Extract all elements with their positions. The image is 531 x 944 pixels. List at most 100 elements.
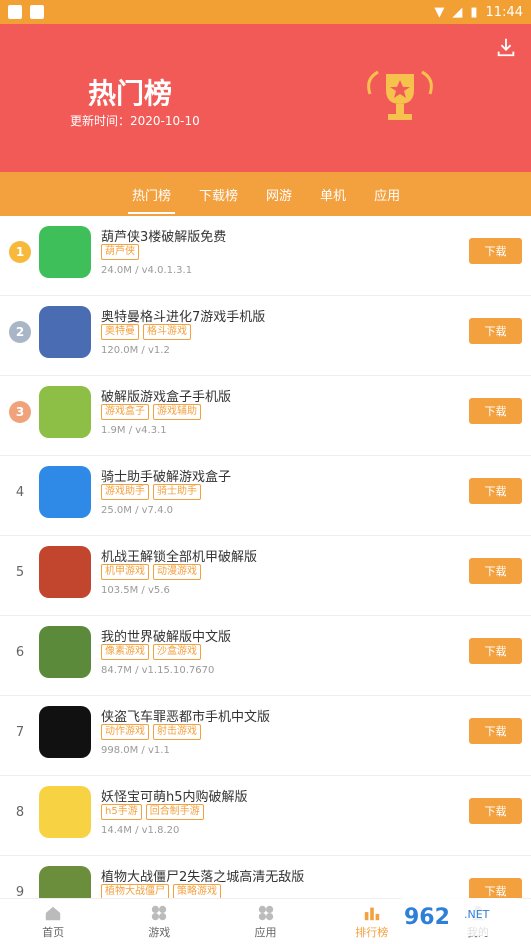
app-tag[interactable]: 机甲游戏 <box>101 564 149 580</box>
notification-icon <box>8 5 22 19</box>
status-left <box>8 5 44 19</box>
hero-banner: 热门榜 更新时间：2020-10-10 <box>0 24 531 172</box>
app-tag[interactable]: 葫芦侠 <box>101 244 139 260</box>
list-item[interactable]: 3 破解版游戏盒子手机版 游戏盒子 游戏辅助 1.9M / v4.3.1 下载 <box>0 376 531 456</box>
wifi-icon: ▼ <box>434 4 445 20</box>
watermark-logo: 962 .NET <box>396 898 524 936</box>
svg-text:.NET: .NET <box>464 908 490 921</box>
gta-icon <box>39 706 91 758</box>
app-meta: 24.0M / v4.0.1.3.1 <box>101 265 193 276</box>
app-tags: 像素游戏 沙盒游戏 <box>101 644 201 660</box>
gourd-icon <box>39 226 91 278</box>
svg-text:962: 962 <box>404 905 450 930</box>
nav-label: 排行榜 <box>355 925 389 939</box>
download-button[interactable]: 下载 <box>469 318 522 344</box>
rank-number: 4 <box>15 484 25 500</box>
ranking-list: 1 葫芦侠3楼破解版免费 葫芦侠 24.0M / v4.0.1.3.1 下载 2… <box>0 216 531 898</box>
nav-label: 游戏 <box>148 925 171 939</box>
list-item[interactable]: 2 奥特曼格斗进化7游戏手机版 奥特曼 格斗游戏 120.0M / v1.2 下… <box>0 296 531 376</box>
category-tabs: 热门榜 下载榜 网游 单机 应用 <box>0 172 531 216</box>
list-item[interactable]: 5 机战王解锁全部机甲破解版 机甲游戏 动漫游戏 103.5M / v5.6 下… <box>0 536 531 616</box>
nav-home[interactable]: 首页 <box>0 899 106 944</box>
ranking-icon <box>364 907 379 920</box>
app-title: 侠盗飞车罪恶都市手机中文版 <box>101 710 271 725</box>
app-meta: 14.4M / v1.8.20 <box>101 825 180 836</box>
app-tag[interactable]: 动漫游戏 <box>153 564 201 580</box>
app-tags: 植物大战僵尸 策略游戏 <box>101 884 221 898</box>
download-button[interactable]: 下载 <box>469 238 522 264</box>
rank-number: 9 <box>15 884 25 899</box>
app-tag[interactable]: 格斗游戏 <box>143 324 191 340</box>
rank-number: 5 <box>15 564 25 580</box>
app-meta: 998.0M / v1.1 <box>101 745 170 756</box>
app-tag[interactable]: 游戏辅助 <box>153 404 201 420</box>
app-tag[interactable]: 射击游戏 <box>153 724 201 740</box>
signal-icon: ◢ <box>452 4 463 20</box>
app-title: 破解版游戏盒子手机版 <box>101 390 232 405</box>
rank-number: 7 <box>15 724 25 740</box>
list-item[interactable]: 8 妖怪宝可萌h5内购破解版 h5手游 回合制手游 14.4M / v1.8.2… <box>0 776 531 856</box>
download-button[interactable]: 下载 <box>469 878 522 898</box>
list-item[interactable]: 6 我的世界破解版中文版 像素游戏 沙盒游戏 84.7M / v1.15.10.… <box>0 616 531 696</box>
tab-downloads[interactable]: 下载榜 <box>185 172 252 216</box>
download-button[interactable]: 下载 <box>469 638 522 664</box>
app-tags: 动作游戏 射击游戏 <box>101 724 201 740</box>
download-button[interactable]: 下载 <box>469 798 522 824</box>
pikachu-icon <box>39 786 91 838</box>
download-button[interactable]: 下载 <box>469 718 522 744</box>
app-tag[interactable]: 沙盒游戏 <box>153 644 201 660</box>
download-button[interactable]: 下载 <box>469 398 522 424</box>
download-button[interactable]: 下载 <box>469 558 522 584</box>
app-title: 机战王解锁全部机甲破解版 <box>101 550 258 565</box>
tab-apps[interactable]: 应用 <box>360 172 414 216</box>
app-tag[interactable]: 像素游戏 <box>101 644 149 660</box>
apps-icon <box>258 905 273 920</box>
notification-icon <box>30 5 44 19</box>
download-button[interactable]: 下载 <box>469 478 522 504</box>
app-tag[interactable]: 游戏助手 <box>101 484 149 500</box>
nav-games[interactable]: 游戏 <box>106 899 212 944</box>
app-tag[interactable]: 策略游戏 <box>173 884 221 898</box>
status-time: 11:44 <box>485 4 523 20</box>
app-meta: 84.7M / v1.15.10.7670 <box>101 665 215 676</box>
rank-medal: 3 <box>8 400 32 424</box>
list-item[interactable]: 4 骑士助手破解游戏盒子 游戏助手 骑士助手 25.0M / v7.4.0 下载 <box>0 456 531 536</box>
status-right: ▼ ◢ ▮ 11:44 <box>434 5 523 20</box>
app-tag[interactable]: 骑士助手 <box>153 484 201 500</box>
tab-single-player[interactable]: 单机 <box>306 172 360 216</box>
tab-hot[interactable]: 热门榜 <box>118 172 185 216</box>
rank-number: 8 <box>15 804 25 820</box>
app-tag[interactable]: 植物大战僵尸 <box>101 884 169 898</box>
nav-label: 应用 <box>254 925 277 939</box>
nav-apps[interactable]: 应用 <box>212 899 318 944</box>
app-title: 骑士助手破解游戏盒子 <box>101 470 232 485</box>
app-title: 奥特曼格斗进化7游戏手机版 <box>101 310 266 325</box>
rank-number: 6 <box>15 644 25 660</box>
app-tag[interactable]: 奥特曼 <box>101 324 139 340</box>
trophy-icon <box>367 70 433 120</box>
app-tags: 葫芦侠 <box>101 244 139 260</box>
game-box-icon <box>39 386 91 438</box>
app-tag[interactable]: 回合制手游 <box>145 804 204 820</box>
app-meta: 25.0M / v7.4.0 <box>101 505 173 516</box>
download-icon[interactable] <box>495 36 517 58</box>
knight-icon <box>39 466 91 518</box>
rank-medal: 2 <box>8 320 32 344</box>
tab-online-games[interactable]: 网游 <box>252 172 306 216</box>
app-title: 我的世界破解版中文版 <box>101 630 232 645</box>
app-tag[interactable]: h5手游 <box>101 804 142 820</box>
list-item[interactable]: 9 植物大战僵尸2失落之城高清无敌版 植物大战僵尸 策略游戏 下载 <box>0 856 531 898</box>
mecha-icon <box>39 546 91 598</box>
app-tag[interactable]: 动作游戏 <box>101 724 149 740</box>
app-tags: 奥特曼 格斗游戏 <box>101 324 191 340</box>
battery-icon: ▮ <box>470 4 478 20</box>
rank-medal: 1 <box>8 240 32 264</box>
app-meta: 103.5M / v5.6 <box>101 585 170 596</box>
app-tag[interactable]: 游戏盒子 <box>101 404 149 420</box>
list-item[interactable]: 7 侠盗飞车罪恶都市手机中文版 动作游戏 射击游戏 998.0M / v1.1 … <box>0 696 531 776</box>
list-item[interactable]: 1 葫芦侠3楼破解版免费 葫芦侠 24.0M / v4.0.1.3.1 下载 <box>0 216 531 296</box>
minecraft-icon <box>39 626 91 678</box>
page-title: 热门榜 <box>88 77 173 110</box>
ultraman-icon <box>39 306 91 358</box>
app-tags: 机甲游戏 动漫游戏 <box>101 564 201 580</box>
